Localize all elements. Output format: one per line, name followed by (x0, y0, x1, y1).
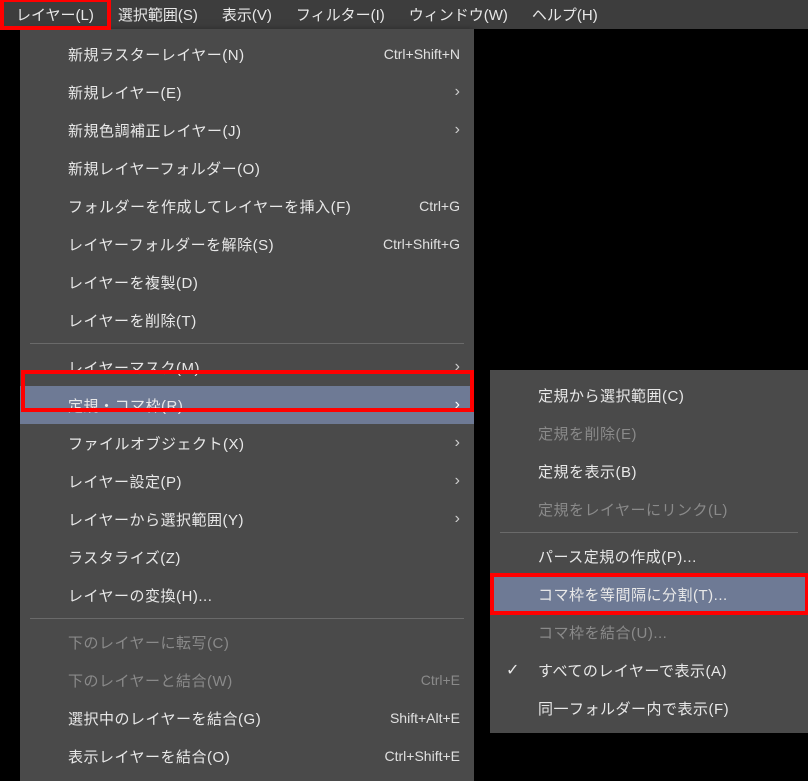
menu-item-shortcut: Ctrl+Shift+E (385, 748, 460, 764)
layer-menu-item-7[interactable]: レイヤーを削除(T) (20, 301, 474, 339)
menubar-item-view[interactable]: 表示(V) (210, 0, 284, 29)
ruler-frame-submenu: 定規から選択範囲(C) 定規を削除(E) 定規を表示(B) 定規をレイヤーにリンク(L… (490, 370, 808, 733)
menu-item-label: ファイルオブジェクト(X) (68, 433, 445, 454)
ruler-submenu-item-1: 定規を削除(E) (490, 414, 808, 452)
menu-item-label: 定規・コマ枠(R) (68, 395, 445, 416)
menu-item-label: パース定規の作成(P)... (538, 546, 794, 567)
layer-menu-item-1[interactable]: 新規レイヤー(E)› (20, 73, 474, 111)
ruler-submenu-item-2[interactable]: 定規を表示(B) (490, 452, 808, 490)
menu-item-label: レイヤーを削除(T) (68, 310, 460, 331)
menu-item-label: コマ枠を等間隔に分割(T)... (538, 584, 794, 605)
menubar-item-selection[interactable]: 選択範囲(S) (106, 0, 210, 29)
menubar-item-filter[interactable]: フィルター(I) (284, 0, 397, 29)
layer-menu-item-19[interactable]: 選択中のレイヤーを結合(G) Shift+Alt+E (20, 699, 474, 737)
layer-menu-item-15[interactable]: レイヤーの変換(H)... (20, 576, 474, 614)
menu-item-label: レイヤーの変換(H)... (68, 585, 460, 606)
ruler-submenu-item-6[interactable]: コマ枠を等間隔に分割(T)... (490, 575, 808, 613)
chevron-right-icon: › (445, 83, 460, 101)
menu-item-shortcut: Ctrl+Shift+N (384, 46, 460, 62)
menu-item-label: 定規を削除(E) (538, 423, 794, 444)
layer-menu-item-6[interactable]: レイヤーを複製(D) (20, 263, 474, 301)
ruler-submenu-item-3: 定規をレイヤーにリンク(L) (490, 490, 808, 528)
menu-item-label: レイヤー設定(P) (68, 471, 445, 492)
menu-item-label: コマ枠を結合(U)... (538, 622, 794, 643)
menu-item-label: レイヤーから選択範囲(Y) (68, 509, 445, 530)
menu-item-label: 定規をレイヤーにリンク(L) (538, 499, 794, 520)
check-icon: ✓ (506, 660, 519, 680)
layer-menu-item-17: 下のレイヤーに転写(C) (20, 623, 474, 661)
layer-menu-item-12[interactable]: レイヤー設定(P)› (20, 462, 474, 500)
menu-item-label: フォルダーを作成してレイヤーを挿入(F) (68, 196, 399, 217)
menu-item-label: ラスタライズ(Z) (68, 547, 460, 568)
ruler-submenu-item-8[interactable]: ✓ すべてのレイヤーで表示(A) (490, 651, 808, 689)
menu-item-label: 下のレイヤーと結合(W) (68, 670, 401, 691)
menu-item-label: 新規レイヤーフォルダー(O) (68, 158, 460, 179)
menu-item-label: レイヤーフォルダーを解除(S) (68, 234, 363, 255)
layer-menu-item-2[interactable]: 新規色調補正レイヤー(J)› (20, 111, 474, 149)
layer-menu-item-5[interactable]: レイヤーフォルダーを解除(S) Ctrl+Shift+G (20, 225, 474, 263)
layer-menu-item-20[interactable]: 表示レイヤーを結合(O) Ctrl+Shift+E (20, 737, 474, 775)
ruler-submenu-item-5[interactable]: パース定規の作成(P)... (490, 537, 808, 575)
chevron-right-icon: › (445, 121, 460, 139)
layer-menu-dropdown: 新規ラスターレイヤー(N)Ctrl+Shift+N新規レイヤー(E)›新規色調補… (20, 29, 474, 781)
menu-item-label: 定規を表示(B) (538, 461, 794, 482)
menubar-item-layer[interactable]: レイヤー(L) (4, 0, 106, 29)
chevron-right-icon: › (445, 396, 460, 414)
menu-item-label: 定規から選択範囲(C) (538, 385, 794, 406)
menu-item-label: 下のレイヤーに転写(C) (68, 632, 460, 653)
menu-item-label: すべてのレイヤーで表示(A) (538, 660, 794, 681)
ruler-submenu-item-0[interactable]: 定規から選択範囲(C) (490, 376, 808, 414)
menu-item-label: 新規色調補正レイヤー(J) (68, 120, 445, 141)
menubar-item-help[interactable]: ヘルプ(H) (520, 0, 610, 29)
menu-item-label: 新規ラスターレイヤー(N) (68, 44, 364, 65)
menu-item-shortcut: Ctrl+E (421, 672, 460, 688)
layer-menu-separator (30, 618, 464, 619)
layer-menu-item-11[interactable]: ファイルオブジェクト(X)› (20, 424, 474, 462)
layer-menu-item-13[interactable]: レイヤーから選択範囲(Y)› (20, 500, 474, 538)
layer-menu-item-4[interactable]: フォルダーを作成してレイヤーを挿入(F) Ctrl+G (20, 187, 474, 225)
chevron-right-icon: › (445, 510, 460, 528)
menu-item-label: レイヤーマスク(M) (68, 357, 445, 378)
layer-menu-item-3[interactable]: 新規レイヤーフォルダー(O) (20, 149, 474, 187)
ruler-submenu-item-7: コマ枠を結合(U)... (490, 613, 808, 651)
chevron-right-icon: › (445, 472, 460, 490)
layer-menu-item-14[interactable]: ラスタライズ(Z) (20, 538, 474, 576)
ruler-submenu-item-9[interactable]: 同一フォルダー内で表示(F) (490, 689, 808, 727)
menubar: レイヤー(L) 選択範囲(S) 表示(V) フィルター(I) ウィンドウ(W) … (0, 0, 808, 29)
menubar-item-window[interactable]: ウィンドウ(W) (397, 0, 520, 29)
menu-item-shortcut: Ctrl+Shift+G (383, 236, 460, 252)
layer-menu-item-10[interactable]: 定規・コマ枠(R)› (20, 386, 474, 424)
menu-item-shortcut: Ctrl+G (419, 198, 460, 214)
layer-menu-item-9[interactable]: レイヤーマスク(M)› (20, 348, 474, 386)
layer-menu-item-18: 下のレイヤーと結合(W) Ctrl+E (20, 661, 474, 699)
layer-menu-item-0[interactable]: 新規ラスターレイヤー(N) Ctrl+Shift+N (20, 35, 474, 73)
chevron-right-icon: › (445, 434, 460, 452)
menu-item-label: 新規レイヤー(E) (68, 82, 445, 103)
chevron-right-icon: › (445, 358, 460, 376)
menu-item-label: 表示レイヤーを結合(O) (68, 746, 365, 767)
layer-menu-separator (30, 343, 464, 344)
menu-item-label: レイヤーを複製(D) (68, 272, 460, 293)
ruler-submenu-separator (500, 532, 798, 533)
menu-item-shortcut: Shift+Alt+E (390, 710, 460, 726)
menu-item-label: 同一フォルダー内で表示(F) (538, 698, 794, 719)
menu-item-label: 選択中のレイヤーを結合(G) (68, 708, 370, 729)
